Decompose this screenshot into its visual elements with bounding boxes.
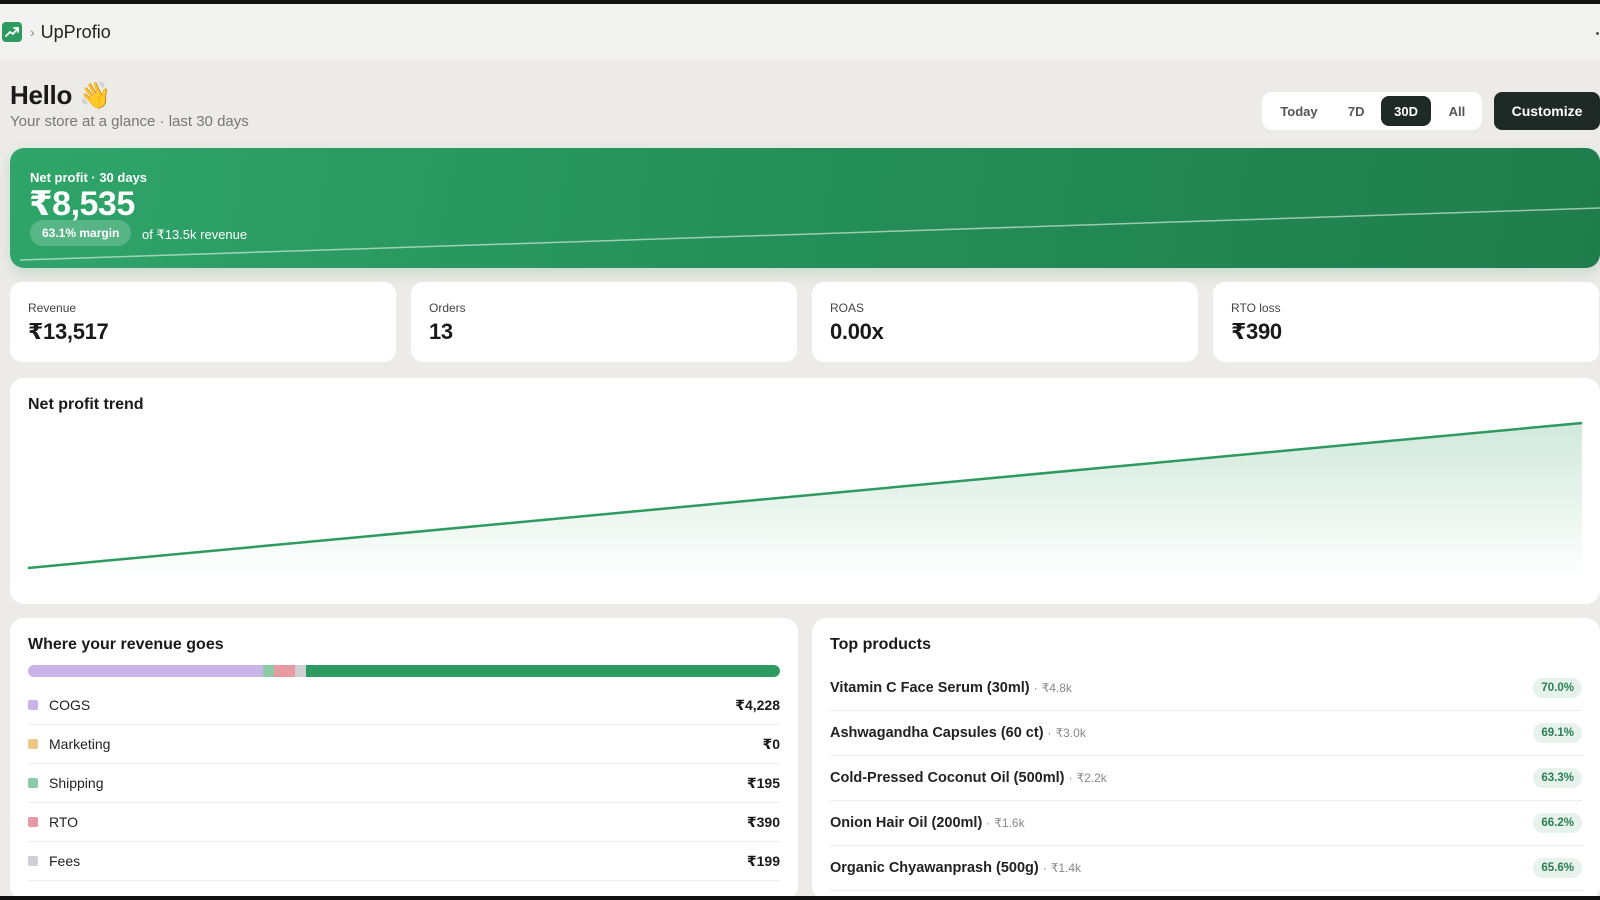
split-segment-cogs xyxy=(28,665,263,677)
cost-name: Fees xyxy=(49,853,81,869)
list-item: Fees ₹199 xyxy=(28,842,780,881)
list-item: Marketing ₹0 xyxy=(28,725,780,764)
trend-up-icon xyxy=(2,22,22,42)
product-row[interactable]: Ashwagandha Capsules (60 ct) · ₹3.0k 69.1% xyxy=(830,711,1582,756)
trend-area xyxy=(28,423,1582,578)
list-item: RTO ₹390 xyxy=(28,803,780,842)
breadcrumb-separator: › xyxy=(30,24,35,40)
product-name: Organic Chyawanprash (500g) xyxy=(830,860,1039,876)
product-row[interactable]: Organic Chyawanprash (500g) · ₹1.4k 65.6% xyxy=(830,846,1582,891)
hero-trend-line xyxy=(19,207,1600,261)
kpi-value: ₹390 xyxy=(1231,319,1282,344)
product-name: Cold-Pressed Coconut Oil (500ml) xyxy=(830,770,1065,786)
list-item: Shipping ₹195 xyxy=(28,764,780,803)
split-segment-rto xyxy=(273,665,296,677)
page-title: Hello 👋 xyxy=(10,80,112,110)
product-row[interactable]: Vitamin C Face Serum (30ml) · ₹4.8k 70.0% xyxy=(830,666,1582,711)
legend-swatch xyxy=(28,739,38,749)
net-profit-trend-card: Net profit trend xyxy=(10,378,1600,604)
separator: · xyxy=(1042,861,1047,875)
bottom-edge xyxy=(0,896,1600,900)
kpi-card-rto-loss: RTO loss ₹390 xyxy=(1213,282,1599,362)
top-products-card: Top products Vitamin C Face Serum (30ml)… xyxy=(812,618,1600,900)
product-revenue: ₹1.4k xyxy=(1050,861,1082,875)
more-dot-icon[interactable] xyxy=(1596,32,1599,35)
product-revenue: ₹3.0k xyxy=(1055,726,1086,740)
cost-value: ₹0 xyxy=(762,735,780,752)
trend-chart xyxy=(27,421,1583,578)
cost-value: ₹4,228 xyxy=(735,696,780,713)
separator: · xyxy=(1033,681,1038,695)
range-option-today[interactable]: Today xyxy=(1267,96,1331,126)
legend-swatch xyxy=(28,856,38,866)
kpi-value: 13 xyxy=(429,319,453,344)
margin-badge: 70.0% xyxy=(1533,678,1582,698)
product-row[interactable]: Onion Hair Oil (200ml) · ₹1.6k 66.2% xyxy=(830,801,1582,846)
cost-name: COGS xyxy=(49,697,91,713)
kpi-value: 0.00x xyxy=(830,319,884,344)
separator: · xyxy=(1068,771,1073,785)
legend-swatch xyxy=(28,778,38,788)
split-segment-profit xyxy=(306,665,780,677)
margin-badge: 65.6% xyxy=(1533,858,1582,878)
kpi-label: Orders xyxy=(429,301,466,315)
kpi-value: ₹13,517 xyxy=(28,319,109,344)
cost-value: ₹390 xyxy=(746,813,780,830)
cost-value: ₹195 xyxy=(746,774,780,791)
split-segment-fees xyxy=(295,665,307,677)
kpi-card-orders: Orders 13 xyxy=(411,282,797,362)
product-name: Ashwagandha Capsules (60 ct) xyxy=(830,725,1044,741)
page-subtitle: Your store at a glance · last 30 days xyxy=(10,113,249,130)
kpi-label: Revenue xyxy=(28,301,77,315)
margin-badge: 66.2% xyxy=(1533,813,1582,833)
date-range-selector: Today 7D 30D All xyxy=(1262,92,1482,130)
margin-badge: 63.1% margin xyxy=(30,220,132,246)
customize-button[interactable]: Customize xyxy=(1494,92,1600,130)
range-option-7d[interactable]: 7D xyxy=(1337,96,1375,126)
app-title[interactable]: UpProfio xyxy=(41,22,111,43)
cost-name: Shipping xyxy=(49,775,104,791)
top-bar: › UpProfio xyxy=(0,0,1600,60)
split-segment-shipping xyxy=(262,665,274,677)
revenue-split-card: Where your revenue goes COGS ₹4,228 Market… xyxy=(10,618,798,900)
hero-revenue-note: of ₹13.5k revenue xyxy=(142,227,248,242)
revenue-split-title: Where your revenue goes xyxy=(28,636,224,653)
kpi-label: ROAS xyxy=(830,301,865,315)
margin-badge: 69.1% xyxy=(1533,723,1582,743)
kpi-card-roas: ROAS 0.00x xyxy=(812,282,1198,362)
product-revenue: ₹2.2k xyxy=(1076,771,1107,785)
net-profit-hero: Net profit · 30 days ₹8,535 63.1% margin… xyxy=(10,148,1600,268)
revenue-split-bar xyxy=(28,665,780,677)
cost-value: ₹199 xyxy=(746,852,780,869)
margin-badge: 63.3% xyxy=(1533,768,1582,788)
product-revenue: ₹1.6k xyxy=(994,816,1025,830)
product-name: Onion Hair Oil (200ml) xyxy=(830,815,983,831)
revenue-split-list: COGS ₹4,228 Marketing ₹0 Shipping ₹195 RTO ₹390… xyxy=(28,686,780,881)
hero-value: ₹8,535 xyxy=(29,185,135,223)
range-option-all[interactable]: All xyxy=(1437,96,1477,126)
top-products-title: Top products xyxy=(830,636,932,653)
kpi-card-revenue: Revenue ₹13,517 xyxy=(10,282,396,362)
hero-label: Net profit · 30 days xyxy=(30,170,148,185)
top-products-list: Vitamin C Face Serum (30ml) · ₹4.8k 70.0% As… xyxy=(830,666,1582,891)
list-item: COGS ₹4,228 xyxy=(28,686,780,725)
product-row[interactable]: Cold-Pressed Coconut Oil (500ml) · ₹2.2k 63… xyxy=(830,756,1582,801)
range-option-30d[interactable]: 30D xyxy=(1381,96,1431,126)
cost-name: RTO xyxy=(49,814,79,830)
legend-swatch xyxy=(28,817,38,827)
kpi-label: RTO loss xyxy=(1231,301,1281,315)
product-revenue: ₹4.8k xyxy=(1041,681,1072,695)
cost-name: Marketing xyxy=(49,736,111,752)
separator: · xyxy=(986,816,991,830)
legend-swatch xyxy=(28,700,38,710)
greeting: Hello 👋 Your store at a glance · last 30… xyxy=(10,80,249,130)
product-name: Vitamin C Face Serum (30ml) xyxy=(830,680,1030,696)
separator: · xyxy=(1047,726,1052,740)
